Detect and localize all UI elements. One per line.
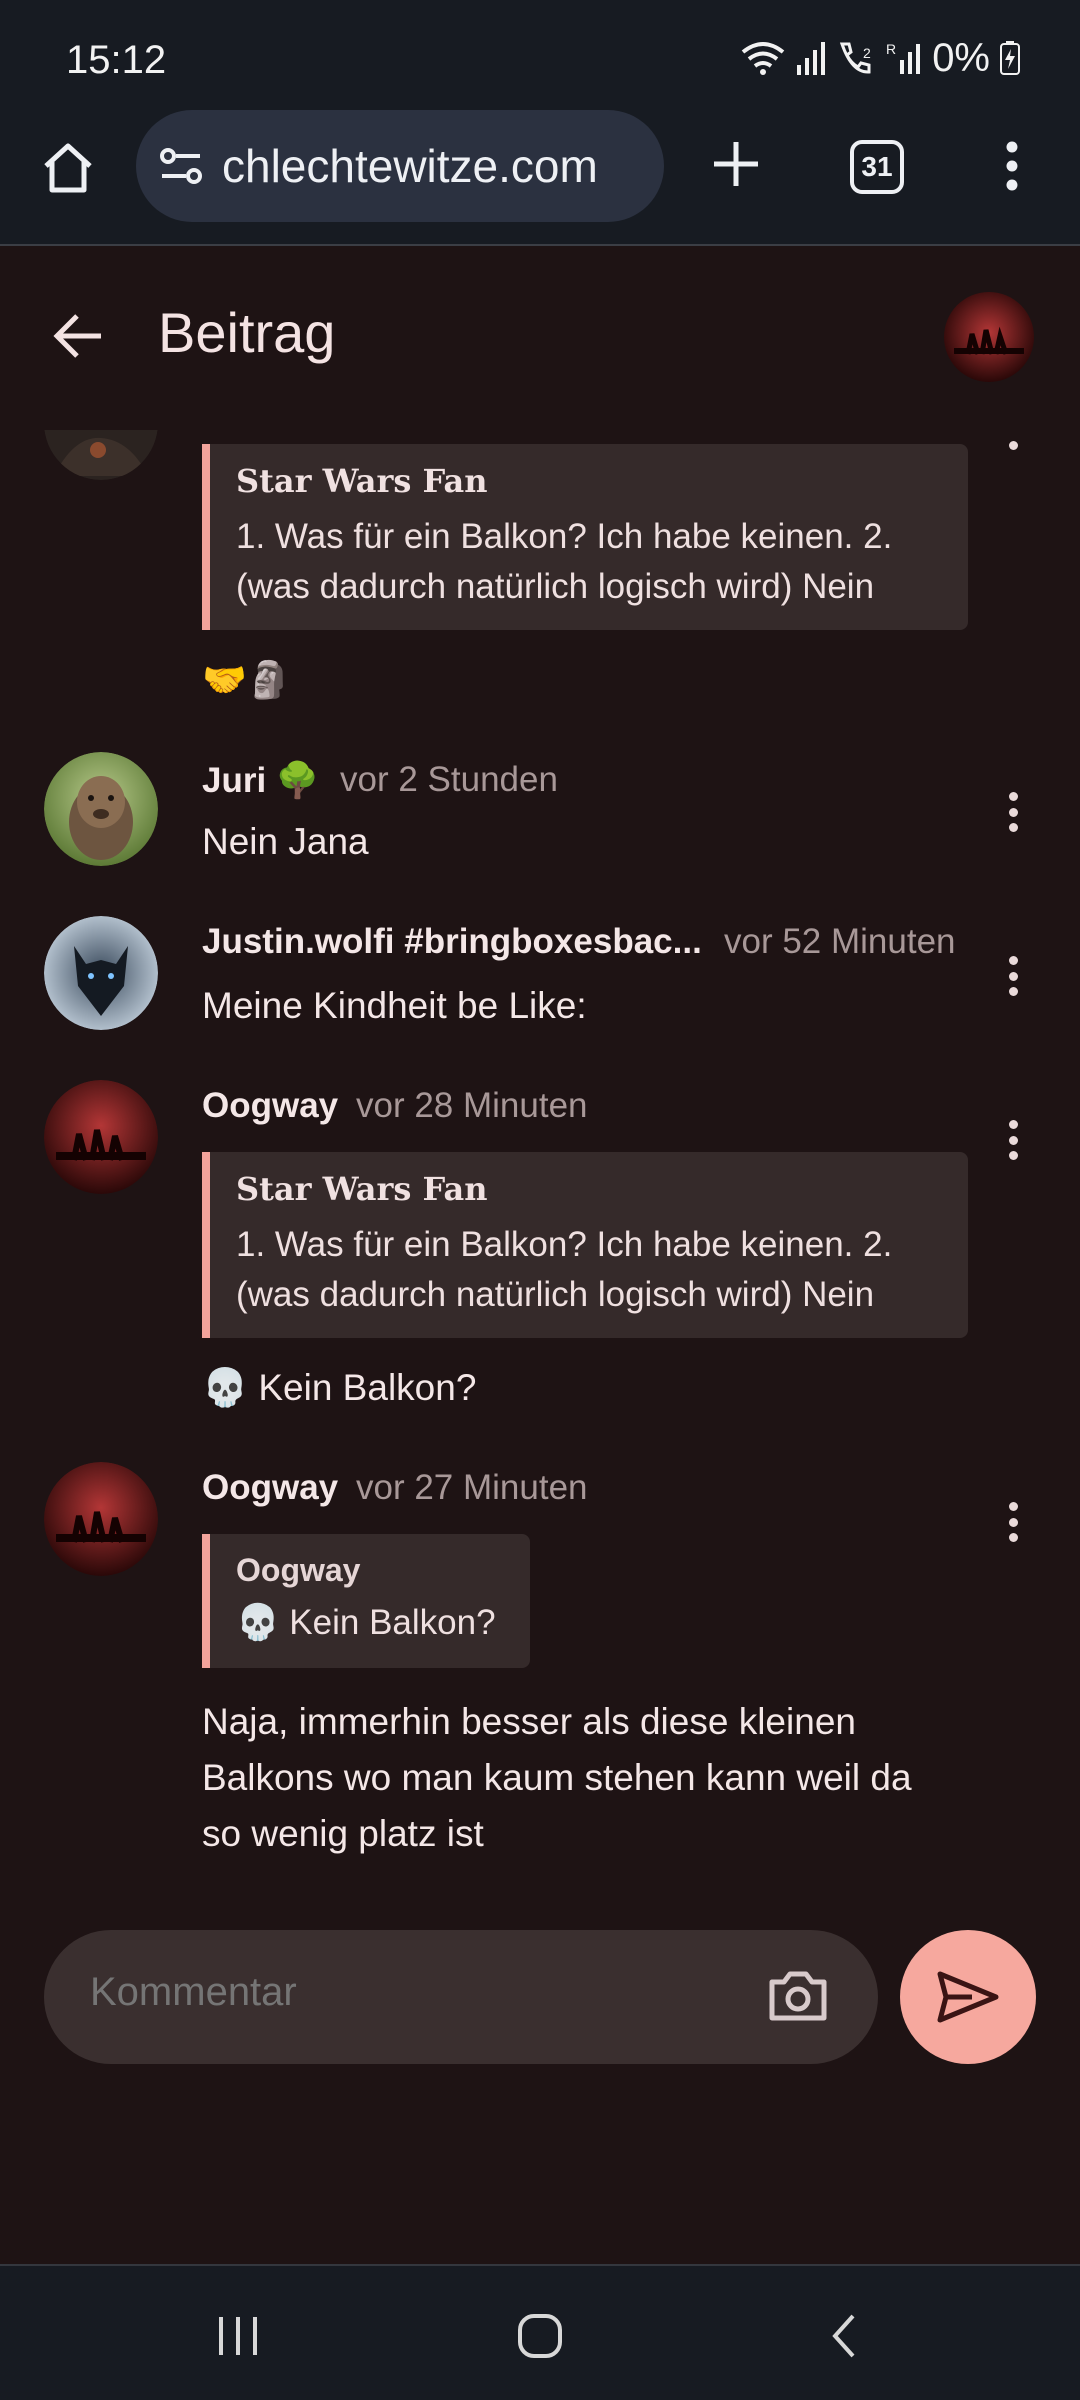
- post-author[interactable]: Oogway: [202, 1086, 338, 1126]
- recents-button[interactable]: [208, 2306, 268, 2366]
- post-text: Balkons wo man kaum stehen kann weil da: [202, 1757, 912, 1798]
- quote-text: 1. Was für ein Balkon? Ich habe keinen. …: [236, 517, 893, 556]
- quote-text: (was dadurch natürlich logisch wird) Nei…: [236, 1275, 875, 1314]
- arrow-back-icon: [53, 314, 101, 358]
- quote-author: Star Wars Fan: [236, 1170, 488, 1208]
- system-nav-bar: [0, 2264, 1080, 2400]
- post-text: 🤝🗿: [202, 659, 292, 700]
- status-bar: 15:12 2 R 0%: [0, 0, 1080, 110]
- quote-text: 1. Was für ein Balkon? Ich habe keinen. …: [236, 1225, 893, 1264]
- home-icon: [44, 143, 92, 193]
- roaming-label: R: [886, 41, 896, 57]
- post-text: Nein Jana: [202, 821, 369, 862]
- post-menu-button[interactable]: [998, 948, 1028, 1004]
- send-button[interactable]: [900, 1930, 1036, 2064]
- home-circle-icon: [518, 2314, 562, 2358]
- camera-icon: [769, 1971, 827, 2021]
- back-nav-button[interactable]: [814, 2306, 874, 2366]
- post-timestamp: vor 28 Minuten: [356, 1086, 588, 1125]
- post-timestamp: vor 27 Minuten: [356, 1468, 588, 1507]
- post-menu-button[interactable]: [998, 1494, 1028, 1550]
- back-button[interactable]: [48, 306, 108, 366]
- camera-button[interactable]: [766, 1966, 830, 2026]
- plus-icon: [714, 142, 758, 186]
- recents-icon: [219, 2317, 257, 2355]
- signal-icon: [797, 42, 826, 75]
- tab-switcher-button[interactable]: 31: [850, 140, 904, 194]
- svg-text:2: 2: [863, 45, 871, 61]
- post-author[interactable]: Justin.wolfi #bringboxesbac...: [202, 922, 702, 962]
- browser-toolbar: chlechtewitze.com 31: [0, 110, 1080, 246]
- quote-author: Oogway: [236, 1552, 361, 1588]
- quoted-message: Star Wars Fan 1. Was für ein Balkon? Ich…: [202, 1152, 968, 1338]
- home-button[interactable]: [36, 136, 100, 200]
- roaming-signal-icon: R: [886, 41, 921, 74]
- user-avatar[interactable]: [944, 292, 1034, 382]
- post-avatar[interactable]: [44, 916, 158, 1030]
- post-avatar[interactable]: [44, 1462, 158, 1576]
- post-menu-button[interactable]: [998, 784, 1028, 840]
- comment-box: [44, 1930, 878, 2064]
- post-text: 💀 Kein Balkon?: [202, 1367, 477, 1408]
- post-avatar[interactable]: [44, 752, 158, 866]
- browser-menu-button[interactable]: [990, 134, 1034, 198]
- post-avatar[interactable]: [44, 1080, 158, 1194]
- battery-percent: 0%: [932, 35, 990, 80]
- post-text: Naja, immerhin besser als diese kleinen: [202, 1701, 856, 1742]
- post-timestamp: vor 2 Stunden: [340, 760, 558, 799]
- url-text: chlechtewitze.com: [222, 140, 598, 192]
- chevron-left-icon: [832, 2314, 855, 2358]
- quote-author: Star Wars Fan: [236, 462, 488, 500]
- post-author[interactable]: Oogway: [202, 1468, 338, 1508]
- post-menu-button[interactable]: [998, 1112, 1028, 1168]
- site-settings-icon[interactable]: [158, 143, 204, 189]
- quoted-message: Oogway 💀 Kein Balkon?: [202, 1534, 530, 1668]
- page-title: Beitrag: [158, 301, 336, 364]
- send-icon: [937, 1971, 999, 2023]
- wifi-call-icon: 2: [840, 42, 871, 74]
- more-vert-icon: [1006, 141, 1018, 191]
- status-time: 15:12: [66, 38, 167, 82]
- new-tab-button[interactable]: [704, 132, 768, 196]
- post-author[interactable]: Juri 🌳: [202, 760, 320, 801]
- wifi-icon: [741, 42, 785, 75]
- status-icons: 2 R 0%: [740, 36, 1020, 80]
- post-text: so wenig platz ist: [202, 1813, 484, 1854]
- comment-input[interactable]: [90, 1970, 730, 2015]
- quote-text: 💀 Kein Balkon?: [236, 1603, 496, 1642]
- app-header: Beitrag: [0, 248, 1080, 424]
- home-nav-button[interactable]: [510, 2306, 570, 2366]
- address-bar[interactable]: chlechtewitze.com: [136, 110, 664, 222]
- quote-text: (was dadurch natürlich logisch wird) Nei…: [236, 567, 875, 606]
- post-text: Meine Kindheit be Like:: [202, 985, 587, 1026]
- battery-charging-icon: [1000, 41, 1020, 75]
- post-timestamp: vor 52 Minuten: [724, 922, 956, 961]
- quoted-message: Star Wars Fan 1. Was für ein Balkon? Ich…: [202, 444, 968, 630]
- post-menu-button[interactable]: [998, 420, 1028, 450]
